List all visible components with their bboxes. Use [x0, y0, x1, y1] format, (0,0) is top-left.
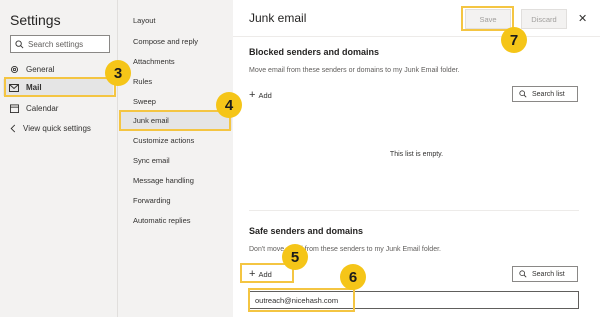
junk-email-panel: Junk email Save Discard ✕ Blocked sender…	[233, 0, 600, 317]
blocked-senders-description: Move email from these senders or domains…	[249, 67, 460, 74]
nav-item-label: Mail	[26, 83, 42, 92]
nav-item-label: General	[26, 64, 55, 74]
menu-item-customize-actions[interactable]: Customize actions	[133, 136, 194, 146]
blocked-add-button[interactable]: + Add	[249, 89, 272, 101]
add-label: Add	[258, 269, 272, 279]
nav-item-general[interactable]: General	[10, 61, 54, 77]
section-divider	[249, 210, 579, 211]
nav-item-view-quick-settings[interactable]: View quick settings	[10, 120, 91, 136]
search-list-label: Search list	[532, 270, 565, 278]
menu-item-sweep[interactable]: Sweep	[133, 97, 156, 107]
search-settings-input[interactable]	[28, 39, 108, 49]
safe-add-button[interactable]: + Add	[249, 268, 272, 280]
search-icon	[519, 270, 527, 278]
menu-item-message-handling[interactable]: Message handling	[133, 176, 194, 186]
add-label: Add	[258, 90, 272, 100]
menu-item-forwarding[interactable]: Forwarding	[133, 196, 171, 206]
step-marker-7: 7	[501, 27, 527, 53]
search-icon	[15, 39, 24, 48]
menu-item-compose-and-reply[interactable]: Compose and reply	[133, 37, 198, 47]
close-icon[interactable]: ✕	[578, 12, 587, 25]
step-marker-3: 3	[105, 60, 131, 86]
nav-item-label: Calendar	[26, 103, 59, 113]
plus-icon: +	[249, 268, 256, 280]
plus-icon: +	[249, 89, 256, 101]
nav-item-mail[interactable]: Mail	[3, 79, 113, 96]
menu-item-layout[interactable]: Layout	[133, 16, 156, 26]
safe-senders-description: Don't move email from these senders to m…	[249, 246, 441, 253]
settings-title: Settings	[10, 12, 61, 28]
mail-icon	[9, 83, 19, 92]
step-marker-6: 6	[340, 264, 366, 290]
blocked-senders-title: Blocked senders and domains	[249, 47, 380, 57]
menu-item-junk-email[interactable]: Junk email	[120, 111, 232, 130]
blocked-search-list-button[interactable]: Search list	[512, 86, 578, 102]
safe-search-list-button[interactable]: Search list	[512, 266, 578, 282]
discard-button[interactable]: Discard	[521, 9, 567, 29]
mail-settings-menu: Layout Compose and reply Attachments Rul…	[117, 0, 233, 317]
save-button[interactable]: Save	[465, 9, 511, 29]
calendar-icon	[10, 103, 19, 113]
page-title: Junk email	[249, 11, 307, 25]
menu-item-attachments[interactable]: Attachments	[133, 57, 175, 67]
nav-item-calendar[interactable]: Calendar	[10, 100, 58, 116]
menu-item-rules[interactable]: Rules	[133, 77, 152, 87]
search-list-label: Search list	[532, 90, 565, 98]
step-marker-5: 5	[282, 244, 308, 270]
search-icon	[519, 90, 527, 98]
step-marker-4: 4	[216, 92, 242, 118]
menu-item-sync-email[interactable]: Sync email	[133, 156, 170, 166]
chevron-left-icon	[10, 124, 16, 132]
title-divider	[233, 36, 600, 37]
safe-senders-title: Safe senders and domains	[249, 226, 364, 236]
search-settings-box[interactable]	[10, 35, 110, 53]
empty-list-message: This list is empty.	[389, 151, 444, 158]
safe-sender-field[interactable]	[249, 291, 579, 309]
safe-sender-input[interactable]	[255, 295, 578, 305]
nav-item-label: View quick settings	[23, 123, 91, 133]
gear-icon	[10, 65, 19, 73]
menu-item-automatic-replies[interactable]: Automatic replies	[133, 216, 191, 226]
settings-sidebar: Settings General Mail Calendar Vie	[0, 0, 117, 317]
